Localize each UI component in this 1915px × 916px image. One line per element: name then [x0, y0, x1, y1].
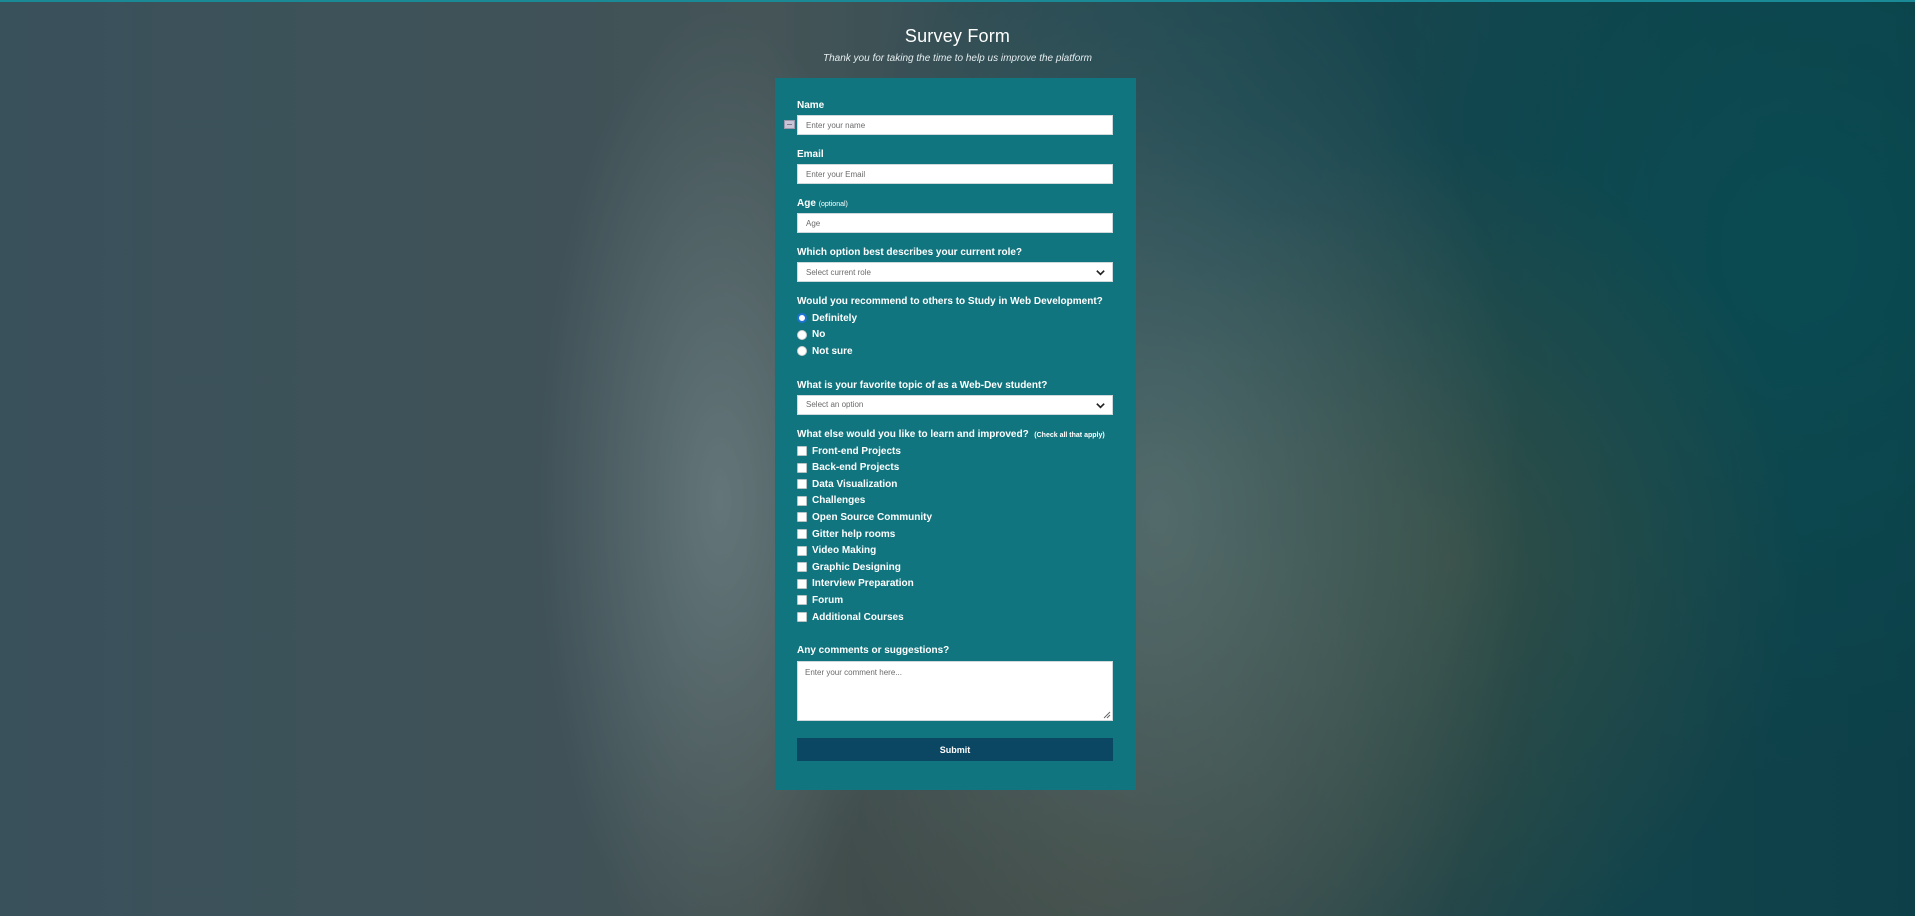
checkbox-label: Data Visualization — [812, 478, 898, 490]
checkbox[interactable] — [797, 529, 807, 540]
checkbox-item[interactable]: Interview Preparation — [797, 576, 1114, 593]
checkbox-label: Interview Preparation — [812, 578, 914, 590]
checkbox-item[interactable]: Gitter help rooms — [797, 526, 1114, 543]
checkbox-label: Challenges — [812, 495, 866, 507]
radio-label: No — [812, 329, 826, 341]
topic-label: What is your favorite topic of as a Web-… — [797, 379, 1048, 391]
checkbox[interactable] — [797, 495, 807, 506]
improve-group: What else would you like to learn and im… — [797, 429, 1114, 626]
checkbox-label: Back-end Projects — [812, 462, 900, 474]
checkbox[interactable] — [797, 446, 807, 457]
checkbox-item[interactable]: Back-end Projects — [797, 459, 1114, 476]
name-input[interactable]: Enter your name — [797, 115, 1113, 135]
chevron-down-icon — [1095, 400, 1106, 411]
age-label-text: Age — [797, 198, 816, 209]
role-label: Which option best describes your current… — [797, 247, 1023, 258]
checkbox[interactable] — [797, 595, 807, 606]
email-group: Email Enter your Email — [797, 149, 1114, 184]
radio-label: Definitely — [812, 312, 858, 324]
topic-group: What is your favorite topic of as a Web-… — [797, 380, 1114, 415]
name-label: Name — [797, 100, 825, 111]
checkbox-item[interactable]: Challenges — [797, 493, 1114, 510]
email-input[interactable]: Enter your Email — [797, 164, 1113, 184]
role-select-value: Select current role — [806, 267, 871, 277]
page-title: Survey Form — [904, 26, 1011, 46]
submit-button[interactable]: Submit — [797, 738, 1113, 762]
checkbox-item[interactable]: Open Source Community — [797, 509, 1114, 526]
radio-option-no[interactable]: No — [797, 327, 1114, 344]
checkbox-item[interactable]: Front-end Projects — [797, 443, 1114, 460]
recommend-label: Would you recommend to others to Study i… — [797, 296, 1103, 307]
age-group: Age (optional) Age — [797, 198, 1114, 233]
role-select[interactable]: Select current role — [797, 262, 1113, 282]
checkbox-label: Video Making — [812, 545, 877, 557]
checkbox-label: Front-end Projects — [812, 445, 901, 457]
checkbox-item[interactable]: Graphic Designing — [797, 559, 1114, 576]
age-label: Age (optional) — [797, 198, 1114, 209]
checkbox[interactable] — [797, 462, 807, 473]
improve-hint: (Check all that apply) — [1034, 431, 1105, 439]
comments-textarea[interactable]: Enter your comment here... — [797, 661, 1113, 722]
improve-label: What else would you like to learn and im… — [797, 429, 1114, 440]
radio-option-not-sure[interactable]: Not sure — [797, 343, 1114, 360]
page-subtitle: Thank you for taking the time to help us… — [822, 53, 1093, 64]
top-accent-line — [0, 0, 1915, 2]
improve-label-text: What else would you like to learn and im… — [797, 428, 1029, 440]
autofill-icon[interactable] — [784, 120, 795, 129]
checkbox[interactable] — [797, 562, 807, 573]
checkbox-item[interactable]: Forum — [797, 592, 1114, 609]
checkbox-label: Additional Courses — [812, 611, 904, 623]
role-group: Which option best describes your current… — [797, 247, 1114, 282]
radio-button[interactable] — [797, 329, 807, 340]
checkbox[interactable] — [797, 512, 807, 523]
checkbox-label: Gitter help rooms — [812, 528, 896, 540]
checkbox-item[interactable]: Additional Courses — [797, 609, 1114, 626]
radio-option-definitely[interactable]: Definitely — [797, 310, 1114, 327]
checkbox-label: Open Source Community — [812, 511, 933, 523]
chevron-down-icon — [1095, 267, 1106, 278]
recommend-radio-list: Definitely No Not sure — [797, 310, 1114, 360]
checkbox[interactable] — [797, 479, 807, 490]
checkbox-item[interactable]: Data Visualization — [797, 476, 1114, 493]
radio-button[interactable] — [797, 346, 807, 357]
checkbox-label: Forum — [812, 594, 844, 606]
page-header: Survey Form Thank you for taking the tim… — [0, 26, 1915, 64]
comments-group: Any comments or suggestions? Enter your … — [797, 645, 1114, 722]
checkbox[interactable] — [797, 612, 807, 623]
checkbox-item[interactable]: Video Making — [797, 542, 1114, 559]
email-label: Email — [797, 149, 824, 160]
recommend-group: Would you recommend to others to Study i… — [797, 296, 1114, 360]
age-optional-note: (optional) — [818, 201, 848, 208]
radio-button-selected[interactable] — [797, 313, 807, 324]
checkbox[interactable] — [797, 545, 807, 556]
age-input[interactable]: Age — [797, 213, 1113, 233]
improve-checkbox-list: Front-end Projects Back-end Projects Dat… — [797, 443, 1114, 626]
radio-label: Not sure — [812, 345, 853, 357]
topic-select[interactable]: Select an option — [797, 394, 1113, 415]
survey-form: Name Enter your name Email Enter your Em… — [775, 78, 1136, 790]
name-group: Name Enter your name — [784, 100, 1114, 135]
topic-select-value: Select an option — [806, 400, 864, 410]
comments-label: Any comments or suggestions? — [797, 645, 950, 657]
checkbox[interactable] — [797, 578, 807, 589]
comments-placeholder: Enter your comment here... — [805, 668, 902, 678]
resize-handle-icon[interactable] — [1102, 710, 1111, 719]
checkbox-label: Graphic Designing — [812, 561, 901, 573]
